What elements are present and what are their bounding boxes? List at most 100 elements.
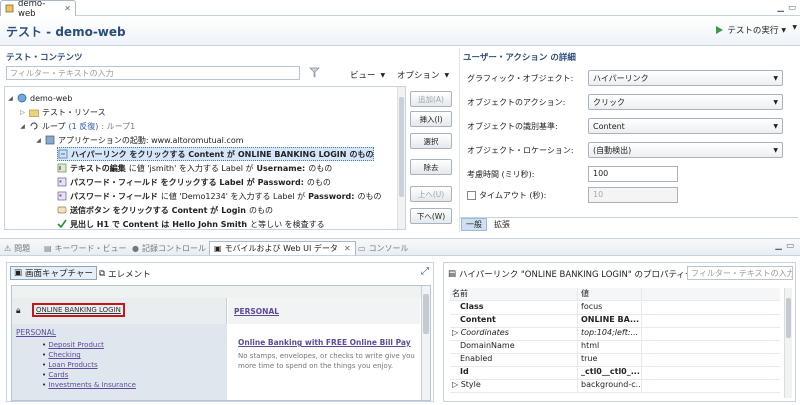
tab-keyword-view[interactable]: ▤ キーワード・ビュー [44, 241, 127, 255]
screen-capture-button[interactable]: ▣ 画面キャプチャー [10, 266, 97, 280]
captured-page: 🔒︎ ONLINE BANKING LOGIN PERSONAL PERSONA… [11, 285, 431, 401]
property-value: true [578, 354, 642, 366]
close-icon[interactable]: ✕ [64, 4, 71, 13]
capture-scrollbar[interactable] [421, 286, 430, 400]
tab-label: 記録コントロール [141, 243, 206, 253]
timeout-input[interactable]: 10 [588, 187, 678, 203]
object-location-select[interactable]: (自動検出) ▼ [588, 142, 783, 158]
expand-icon[interactable]: ⤢ [421, 266, 429, 277]
tab-extension[interactable]: 拡張 [490, 219, 514, 231]
tree-item-step-2[interactable]: テキストの編集 に値 'jsmith' を入力する Label が Userna… [57, 161, 332, 175]
table-row[interactable]: ▷ Coordinates top:104;left:... [450, 328, 780, 341]
tree-item-test-resources[interactable]: ▷ テスト・リソース [19, 105, 105, 119]
test-contents-tree[interactable]: ◢ demo-web ▷ テスト・リソース ◢ ループ (1 反復) : ループ… [4, 86, 406, 230]
test-contents-filter-input[interactable]: フィルター・テキストの入力 [6, 66, 300, 80]
tree-item-loop[interactable]: ◢ ループ (1 反復) : ループ1 [19, 119, 135, 133]
select-button[interactable]: 選択 [410, 133, 452, 149]
tree-item-root[interactable]: ◢ demo-web [7, 91, 72, 105]
run-icon [714, 25, 724, 35]
scrollbar-thumb[interactable] [399, 97, 404, 197]
collapse-icon[interactable]: ◢ [19, 123, 26, 130]
chevron-down-icon[interactable]: ▼ [792, 24, 797, 31]
text-edit-icon [57, 163, 67, 173]
expand-icon[interactable]: ▷ [452, 380, 461, 389]
step-suffix-text: と等しい を検査する [250, 219, 325, 229]
element-label: エレメント [108, 270, 151, 280]
tree-item-step-5[interactable]: 送信ボタン をクリックする Content が Login のもの [57, 203, 273, 217]
keyword-icon: ▤ [44, 243, 52, 253]
personal-tab-link[interactable]: PERSONAL [234, 307, 279, 316]
tab-record-control[interactable]: ● 記録コントロール [132, 241, 206, 255]
filter-options-icon[interactable] [309, 67, 321, 78]
tree-item-step-6[interactable]: 見出し H1 で Content は Hello John Smith と等しい… [57, 217, 325, 229]
timeout-checkbox[interactable] [467, 191, 476, 200]
view-menu[interactable]: ビュー ▼ [350, 69, 385, 81]
collapse-icon[interactable]: ◢ [7, 95, 14, 102]
timeout-label: タイムアウト (秒): [479, 191, 547, 200]
nav-link[interactable]: • Loan Products [42, 360, 136, 370]
table-row[interactable]: Id _ctl0__ctl0_... [450, 367, 780, 380]
online-banking-login-link[interactable]: ONLINE BANKING LOGIN [32, 303, 125, 317]
scrollbar-thumb[interactable] [786, 298, 791, 338]
tab-mobile-web-ui-data[interactable]: ▣ モバイルおよび Web UI データ ✕ [209, 241, 356, 255]
insert-button[interactable]: 挿入(I) [410, 111, 452, 127]
folder-icon [29, 108, 39, 117]
element-button[interactable]: ⧉ エレメント [99, 268, 151, 280]
loop-iteration-count: (1 反復) [68, 121, 99, 131]
nav-link[interactable]: • Cards [42, 370, 136, 380]
tab-general[interactable]: 一般 [461, 218, 487, 231]
run-test-button[interactable]: テストの実行 ▼ [714, 24, 786, 36]
graphic-object-select[interactable]: ハイパーリンク ▼ [588, 70, 783, 86]
table-row[interactable]: Class focus [450, 302, 780, 315]
table-row[interactable]: Enabled true [450, 354, 780, 367]
table-row[interactable]: ▷ Style background-c... [450, 380, 780, 393]
nav-link[interactable]: • Investments & Insurance [42, 380, 136, 390]
step-target-text: Hello John Smith [172, 219, 248, 229]
editor-tab-demo-web[interactable]: demo-web ✕ [0, 0, 76, 19]
think-time-input[interactable]: 100 [588, 166, 678, 182]
application-icon [45, 135, 55, 145]
object-action-select[interactable]: クリック ▼ [588, 94, 783, 110]
tree-item-app-start[interactable]: ◢ アプリケーションの起動: www.altoromutual.com [35, 133, 243, 147]
tab-console[interactable]: ▭ コンソール [358, 241, 409, 255]
scrollbar-thumb[interactable] [423, 294, 429, 334]
properties-filter-input[interactable]: フィルター・テキストの入力 [687, 266, 793, 280]
collapse-icon[interactable]: ◢ [35, 137, 42, 144]
move-up-button[interactable]: 上へ(U) [410, 186, 452, 202]
property-value: _ctl0__ctl0_... [578, 367, 642, 379]
options-menu[interactable]: オプション ▼ [397, 69, 449, 81]
chevron-down-icon: ▼ [380, 71, 386, 79]
close-icon[interactable]: ✕ [344, 244, 351, 253]
step-middle-text: に値 'Demo1234' を入力する Label が [160, 191, 306, 201]
expand-icon[interactable]: ▷ [19, 109, 26, 116]
options-menu-label: オプション [397, 71, 440, 81]
step-action-text: テキストの編集 [70, 163, 126, 173]
minimize-icon[interactable]: ▁ [775, 241, 782, 251]
column-header-value[interactable]: 値 [578, 288, 642, 300]
tree-item-step-3[interactable]: * パスワード・フィールド をクリックする Label が Password: … [57, 175, 331, 189]
step-suffix-text: のもの [248, 205, 273, 215]
table-row[interactable]: DomainName html [450, 341, 780, 354]
column-header-name[interactable]: 名前 [450, 288, 578, 300]
minimize-icon[interactable]: ▁ [777, 3, 784, 13]
table-row[interactable]: Content ONLINE BA... [450, 315, 780, 328]
identify-by-select[interactable]: Content ▼ [588, 118, 783, 134]
add-button[interactable]: 追加(A) [410, 91, 452, 107]
properties-scrollbar[interactable] [784, 288, 792, 398]
tree-item-step-4[interactable]: * パスワード・フィールド に値 'Demo1234' を入力する Label … [57, 189, 381, 203]
tree-item-step-1[interactable]: ハイパーリンク をクリックする Content が ONLINE BANKING… [57, 147, 375, 161]
promo-title[interactable]: Online Banking with FREE Online Bill Pay [238, 338, 411, 347]
maximize-icon[interactable]: ▭ [786, 241, 794, 251]
maximize-icon[interactable]: ▭ [788, 3, 796, 13]
promo-text-line-1: No stamps, envelopes, or checks to write… [238, 352, 415, 360]
nav-link[interactable]: • Deposit Product [42, 340, 136, 350]
tree-scrollbar[interactable] [397, 87, 405, 229]
remove-button[interactable]: 除去 [410, 159, 452, 175]
tab-problems[interactable]: ⚠ 問題 [4, 241, 30, 255]
personal-nav-link[interactable]: PERSONAL [16, 328, 56, 337]
expand-icon[interactable]: ▷ [452, 328, 461, 337]
user-action-heading: ユーザー・アクション の詳細 [463, 53, 576, 63]
property-value: top:104;left:... [578, 328, 642, 340]
move-down-button[interactable]: 下へ(W) [410, 208, 452, 224]
nav-link[interactable]: • Checking [42, 350, 136, 360]
